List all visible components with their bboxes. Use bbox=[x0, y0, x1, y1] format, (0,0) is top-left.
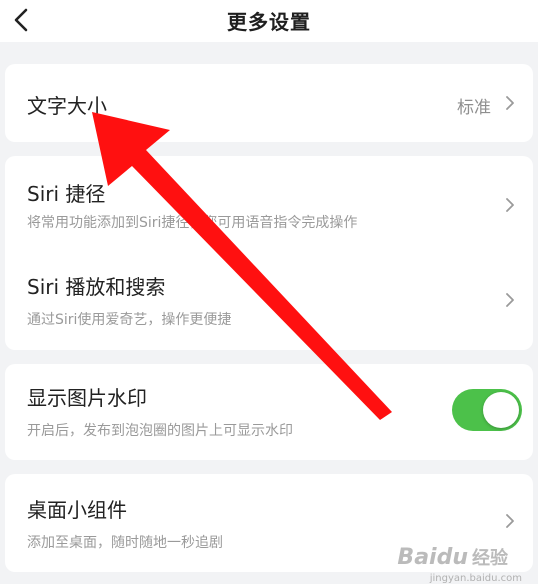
siri-play-row[interactable]: Siri 播放和搜索 通过Siri使用爱奇艺，操作更便捷 bbox=[5, 253, 533, 350]
widget-label: 桌面小组件 bbox=[27, 498, 127, 522]
page-title: 更多设置 bbox=[227, 10, 311, 34]
siri-shortcut-desc: 将常用功能添加到Siri捷径，您可用语音指令完成操作 bbox=[27, 215, 358, 231]
nav-bar: 更多设置 bbox=[0, 0, 538, 42]
watermark-sub: 经验 bbox=[472, 548, 508, 569]
chevron-right-icon bbox=[506, 96, 514, 110]
font-size-row[interactable]: 文字大小 标准 bbox=[5, 64, 533, 142]
font-size-card: 文字大小 标准 bbox=[5, 64, 533, 142]
widget-desc: 添加至桌面，随时随地一秒追剧 bbox=[27, 535, 223, 551]
font-size-value: 标准 bbox=[457, 98, 491, 118]
watermark-desc: 开启后，发布到泡泡圈的图片上可显示水印 bbox=[27, 423, 293, 439]
watermark-url: jingyan.baidu.com bbox=[429, 573, 522, 584]
baidu-watermark: Baidu 经验 bbox=[397, 544, 508, 570]
chevron-right-icon bbox=[506, 514, 514, 528]
watermark-toggle[interactable] bbox=[452, 389, 522, 431]
siri-card: Siri 捷径 将常用功能添加到Siri捷径，您可用语音指令完成操作 Siri … bbox=[5, 156, 533, 350]
siri-shortcut-label: Siri 捷径 bbox=[27, 182, 106, 206]
watermark-brand: Baidu bbox=[397, 545, 468, 570]
siri-play-label: Siri 播放和搜索 bbox=[27, 275, 166, 299]
toggle-knob bbox=[483, 392, 519, 428]
chevron-right-icon bbox=[506, 198, 514, 212]
chevron-right-icon bbox=[506, 293, 514, 307]
siri-shortcut-row[interactable]: Siri 捷径 将常用功能添加到Siri捷径，您可用语音指令完成操作 bbox=[5, 156, 533, 253]
siri-play-desc: 通过Siri使用爱奇艺，操作更便捷 bbox=[27, 312, 232, 328]
font-size-label: 文字大小 bbox=[27, 94, 107, 118]
watermark-label: 显示图片水印 bbox=[27, 386, 147, 410]
